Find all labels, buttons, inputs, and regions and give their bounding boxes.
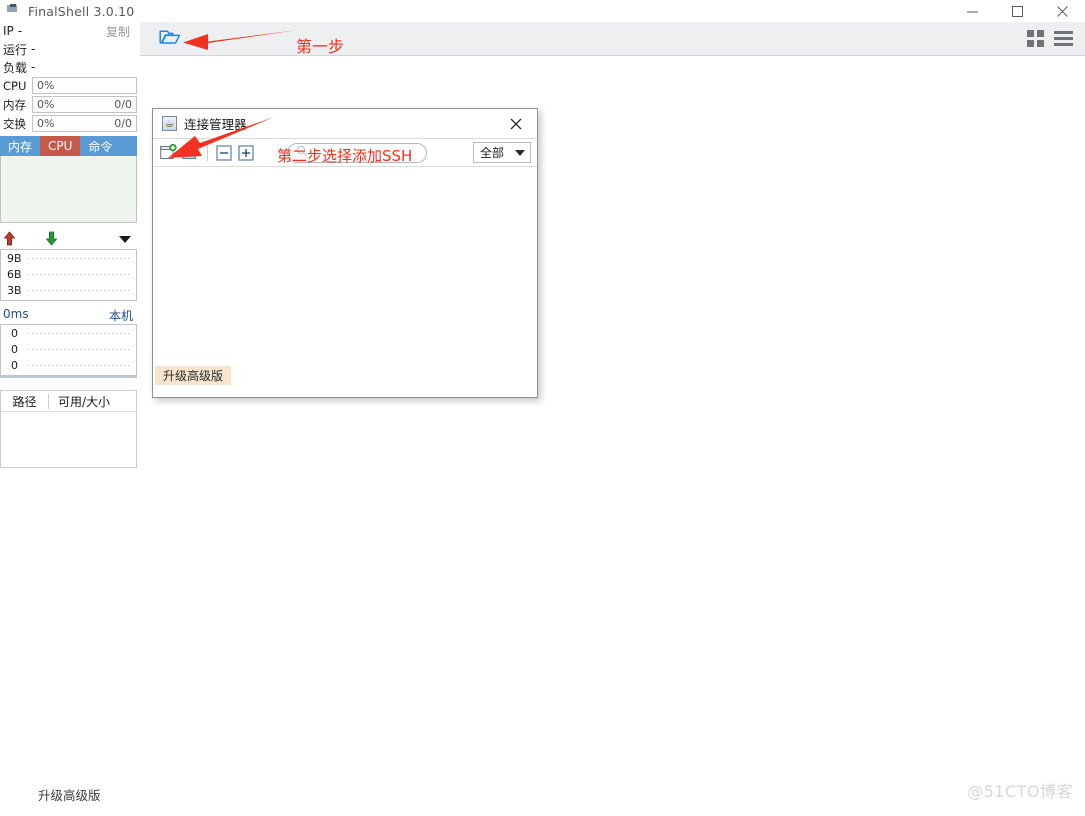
caret-down-icon[interactable] [119,236,131,243]
meter-swap: 交换 0% 0/0 [0,114,138,133]
expand-all-icon[interactable] [235,142,257,164]
hamburger-menu-icon[interactable] [1054,31,1073,46]
sidebar-upgrade-link[interactable]: 升级高级版 [38,785,101,804]
disk-table-body [0,412,137,468]
ping-latency-graph: 0 0 0 [0,324,137,376]
download-arrow-icon [45,231,58,249]
meter-percent: 0% [37,79,55,92]
java-coffee-icon: ☕ [162,116,177,131]
graph-y-label: 3B [7,284,22,297]
chevron-down-icon [515,149,525,156]
filter-select[interactable]: 全部 [473,142,531,163]
disk-column-available: 可用/大小 [58,394,111,409]
ping-latency: 0ms [3,307,29,321]
window-controls [950,0,1085,22]
dialog-titlebar: ☕ 连接管理器 [153,109,537,139]
meter-bar: 0% 0/0 [32,96,137,113]
new-folder-icon[interactable] [180,142,202,164]
graph-y-label: 0 [11,359,18,372]
grid-view-icon[interactable] [1027,30,1044,47]
tab-memory[interactable]: 内存 [0,136,40,156]
disk-column-path: 路径 [12,394,37,409]
toolbar-right-group [1027,30,1073,47]
open-folder-icon [159,28,181,49]
network-traffic-graph: 9B 6B 3B [0,249,137,301]
filter-selected-value: 全部 [480,146,505,160]
info-value: - [31,60,36,74]
open-connection-manager-button[interactable] [156,27,184,51]
annotation-step2-text: 第二步选择添加SSH [277,147,413,165]
toolbar-separator [207,144,208,161]
new-connection-icon[interactable] [158,142,180,164]
info-row-uptime: 运行 - [0,40,138,58]
main-toolbar [140,22,1085,56]
system-monitor-sidebar: IP - 复制 运行 - 负载 - CPU 0% 内存 0% 0/0 交换 0%… [0,22,138,816]
graph-y-label: 9B [7,252,22,265]
dialog-title: 连接管理器 [184,117,247,132]
meter-label: CPU [3,78,27,93]
collapse-all-icon[interactable] [213,142,235,164]
graph-y-label: 6B [7,268,22,281]
info-value: - [17,24,23,38]
meter-percent: 0% [37,98,55,111]
meter-bar: 0% 0/0 [32,115,137,132]
graph-y-label: 0 [11,343,18,356]
copy-ip-button[interactable]: 复制 [106,23,130,40]
meter-cpu: CPU 0% [0,76,138,95]
upload-arrow-icon [3,231,16,249]
dialog-upgrade-button[interactable]: 升级高级版 [155,366,232,385]
meter-bar: 0% [32,77,137,94]
tab-command[interactable]: 命令 [80,136,120,156]
meter-detail: 0/0 [114,117,132,130]
ping-host[interactable]: 本机 [109,307,133,324]
minimize-button[interactable] [950,0,995,22]
meter-label: 内存 [3,97,26,112]
info-row-ip: IP - 复制 [0,22,138,40]
dialog-close-button[interactable] [505,113,527,135]
window-titlebar: FinalShell 3.0.10 [0,0,1085,22]
watermark-text: @51CTO博客 [967,782,1073,801]
info-key: 负载 [3,60,28,75]
info-key: 运行 [3,42,28,57]
finalshell-window: FinalShell 3.0.10 IP - 复制 运行 - 负载 - CPU … [0,0,1085,816]
sidebar-tabs: 内存 CPU 命令 [0,136,137,156]
meter-label: 交换 [3,116,26,131]
disk-table-header: 路径 可用/大小 [0,390,137,412]
maximize-button[interactable] [995,0,1040,22]
ping-graph-header: 0ms 本机 [0,306,137,324]
meter-memory: 内存 0% 0/0 [0,95,138,114]
app-logo-icon [6,4,22,18]
graph-y-label: 0 [11,327,18,340]
connection-list[interactable] [153,167,537,363]
info-value: - [31,42,36,56]
tab-content-panel [0,156,137,223]
info-key: IP [3,24,14,38]
network-graph-header [0,229,137,249]
dialog-footer: 升级高级版 [153,363,537,395]
annotation-step1-text: 第一步 [296,37,345,56]
close-button[interactable] [1040,0,1085,22]
meter-detail: 0/0 [114,98,132,111]
info-row-load: 负载 - [0,58,138,76]
window-title: FinalShell 3.0.10 [28,3,135,19]
meter-percent: 0% [37,117,55,130]
tab-cpu[interactable]: CPU [40,136,81,156]
